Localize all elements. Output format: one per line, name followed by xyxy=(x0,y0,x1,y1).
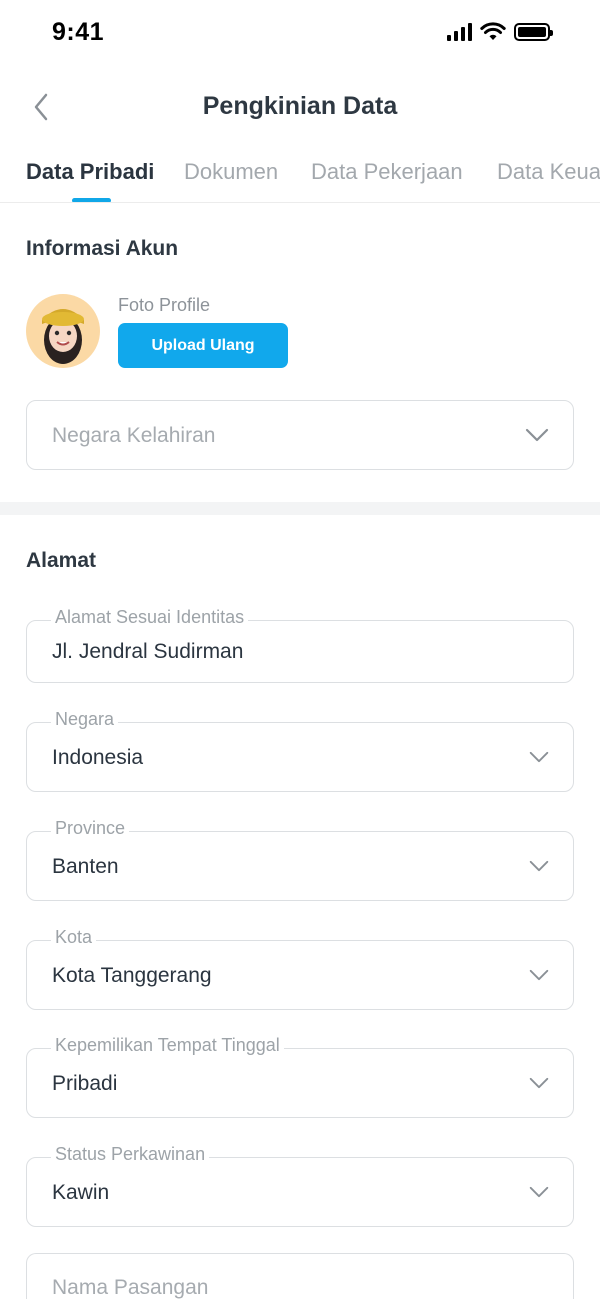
page-title: Pengkinian Data xyxy=(202,92,398,120)
nama-pasangan-field[interactable]: Nama Pasangan xyxy=(26,1253,574,1299)
status-icons xyxy=(447,22,553,42)
header: Pengkinian Data xyxy=(0,80,600,136)
negara-value: Indonesia xyxy=(52,746,144,769)
tab-bar: Data Pribadi Dokumen Data Pekerjaan Data… xyxy=(0,152,600,203)
negara-label: Negara xyxy=(51,709,119,730)
upload-ulang-button[interactable]: Upload Ulang xyxy=(118,323,288,368)
kepemilikan-tempat-tinggal-select[interactable]: Kepemilikan Tempat Tinggal Pribadi xyxy=(26,1035,574,1118)
chevron-down-icon xyxy=(529,1077,549,1089)
section-title-informasi-akun: Informasi Akun xyxy=(26,237,179,260)
battery-icon xyxy=(514,23,553,41)
status-perkawinan-value: Kawin xyxy=(52,1181,110,1204)
chevron-down-icon xyxy=(529,969,549,981)
signal-icon xyxy=(447,23,472,41)
foto-profile-label: Foto Profile xyxy=(118,295,211,315)
negara-kelahiran-placeholder: Negara Kelahiran xyxy=(52,424,216,447)
negara-kelahiran-select[interactable]: Negara Kelahiran xyxy=(26,400,574,470)
alamat-identitas-field[interactable]: Alamat Sesuai Identitas Jl. Jendral Sudi… xyxy=(26,607,574,683)
kota-label: Kota xyxy=(51,927,97,948)
status-bar: 9:41 xyxy=(0,0,600,70)
wifi-icon xyxy=(480,22,506,40)
tab-data-keuangan[interactable]: Data Keua xyxy=(497,159,600,185)
negara-select[interactable]: Negara Indonesia xyxy=(26,709,574,792)
alamat-identitas-value: Jl. Jendral Sudirman xyxy=(52,640,244,663)
section-divider xyxy=(0,502,600,515)
province-select[interactable]: Province Banten xyxy=(26,818,574,901)
active-tab-indicator xyxy=(72,198,111,202)
province-value: Banten xyxy=(52,855,119,878)
kota-value: Kota Tanggerang xyxy=(52,964,212,987)
avatar-memoji-image xyxy=(42,309,84,364)
status-perkawinan-select[interactable]: Status Perkawinan Kawin xyxy=(26,1144,574,1227)
province-label: Province xyxy=(51,818,130,839)
section-title-alamat: Alamat xyxy=(26,549,97,572)
nama-pasangan-placeholder: Nama Pasangan xyxy=(52,1276,209,1299)
kota-select[interactable]: Kota Kota Tanggerang xyxy=(26,927,574,1010)
tab-data-pekerjaan[interactable]: Data Pekerjaan xyxy=(311,159,463,185)
chevron-down-icon xyxy=(525,428,549,442)
alamat-identitas-label: Alamat Sesuai Identitas xyxy=(51,607,249,628)
tab-dokumen[interactable]: Dokumen xyxy=(184,159,278,185)
chevron-down-icon xyxy=(529,751,549,763)
kepemilikan-value: Pribadi xyxy=(52,1072,118,1095)
tab-data-pribadi[interactable]: Data Pribadi xyxy=(26,159,154,185)
status-time: 9:41 xyxy=(52,18,105,46)
chevron-down-icon xyxy=(529,1186,549,1198)
status-perkawinan-label: Status Perkawinan xyxy=(51,1144,210,1165)
chevron-down-icon xyxy=(529,860,549,872)
kepemilikan-label: Kepemilikan Tempat Tinggal xyxy=(51,1035,284,1056)
avatar xyxy=(26,294,100,368)
